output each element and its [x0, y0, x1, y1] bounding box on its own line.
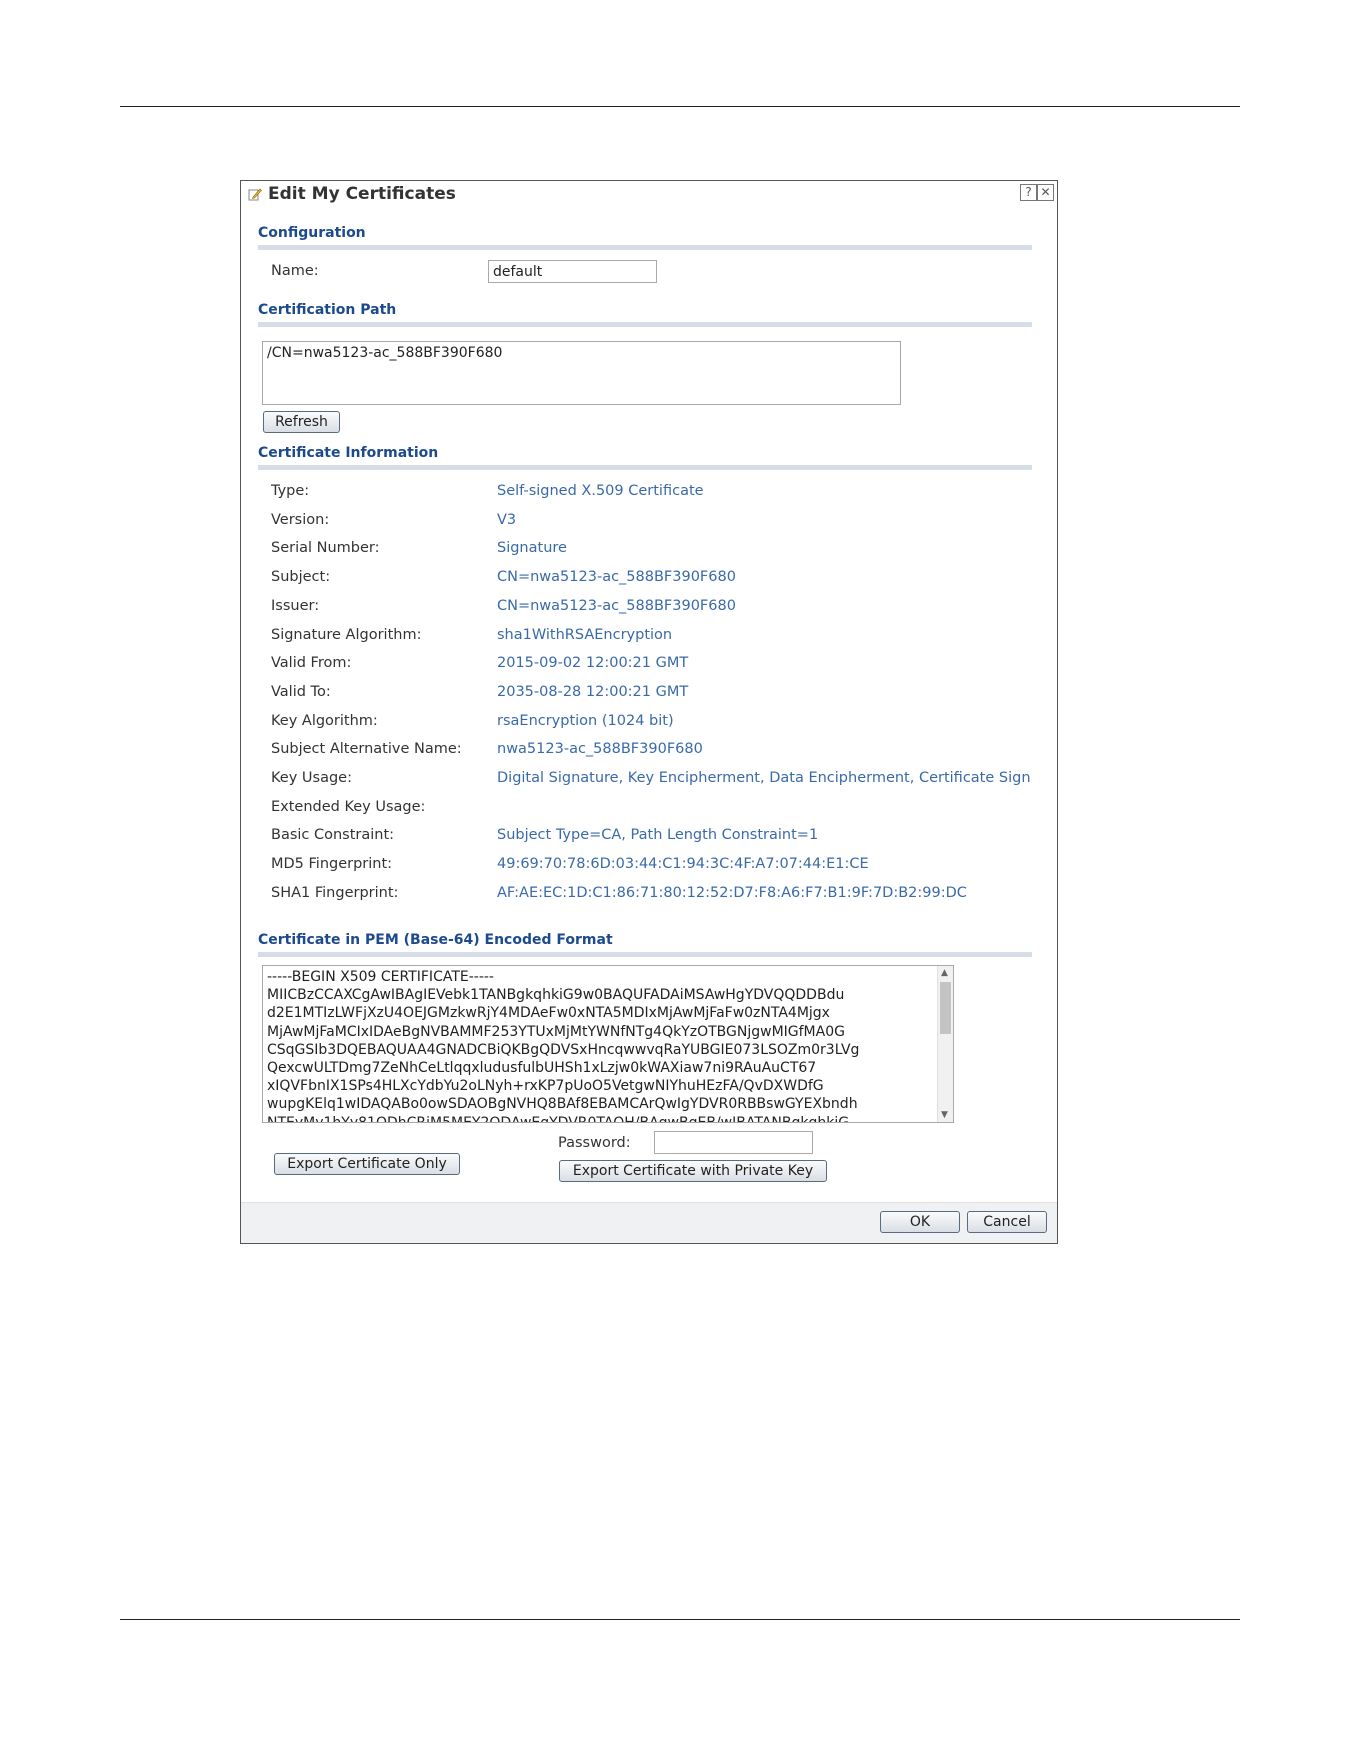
info-label: Subject Alternative Name:: [271, 741, 462, 757]
info-value: Subject Type=CA, Path Length Constraint=…: [497, 827, 819, 843]
password-field[interactable]: [654, 1131, 813, 1154]
certification-path-box: /CN=nwa5123-ac_588BF390F680: [262, 341, 901, 405]
page-top-rule: [120, 106, 1240, 107]
name-field[interactable]: [488, 260, 657, 283]
configuration-heading: Configuration: [258, 225, 366, 241]
export-certificate-with-private-key-button[interactable]: Export Certificate with Private Key: [559, 1160, 827, 1182]
info-value: CN=nwa5123-ac_588BF390F680: [497, 569, 736, 585]
info-label: Valid To:: [271, 684, 331, 700]
info-label: SHA1 Fingerprint:: [271, 885, 399, 901]
edit-my-certificates-dialog: Edit My Certificates ? ✕ Configuration N…: [240, 180, 1058, 1244]
certification-path-heading: Certification Path: [258, 302, 397, 318]
info-value: AF:AE:EC:1D:C1:86:71:80:12:52:D7:F8:A6:F…: [497, 885, 967, 901]
dialog-titlebar: Edit My Certificates ? ✕: [241, 181, 1057, 211]
scroll-down-icon[interactable]: ▼: [941, 1110, 948, 1120]
info-label: Basic Constraint:: [271, 827, 395, 843]
info-value: 2035-08-28 12:00:21 GMT: [497, 684, 689, 700]
certification-path-divider: [258, 322, 1032, 327]
info-label: Version:: [271, 512, 330, 528]
info-value: 49:69:70:78:6D:03:44:C1:94:3C:4F:A7:07:4…: [497, 856, 869, 872]
dialog-footer: OK Cancel: [241, 1202, 1057, 1243]
scroll-up-icon[interactable]: ▲: [941, 968, 948, 978]
password-label: Password:: [558, 1135, 631, 1151]
pem-divider: [258, 952, 1032, 957]
info-label: Extended Key Usage:: [271, 799, 426, 815]
pem-scrollbar[interactable]: ▲ ▼: [937, 966, 953, 1122]
pem-text: -----BEGIN X509 CERTIFICATE----- MIICBzC…: [267, 969, 860, 1123]
info-label: Key Algorithm:: [271, 713, 378, 729]
info-value: Digital Signature, Key Encipherment, Dat…: [497, 770, 1031, 786]
dialog-title: Edit My Certificates: [268, 184, 456, 204]
info-value: Self-signed X.509 Certificate: [497, 483, 704, 499]
info-value: CN=nwa5123-ac_588BF390F680: [497, 598, 736, 614]
cancel-button[interactable]: Cancel: [967, 1211, 1047, 1233]
info-value: 2015-09-02 12:00:21 GMT: [497, 655, 689, 671]
certificate-information-heading: Certificate Information: [258, 445, 439, 461]
certification-path-text: /CN=nwa5123-ac_588BF390F680: [267, 345, 503, 361]
pem-textarea[interactable]: -----BEGIN X509 CERTIFICATE----- MIICBzC…: [262, 965, 954, 1123]
configuration-divider: [258, 245, 1032, 250]
pem-heading: Certificate in PEM (Base-64) Encoded For…: [258, 932, 613, 948]
info-label: MD5 Fingerprint:: [271, 856, 393, 872]
name-label: Name:: [271, 263, 319, 279]
page-bottom-rule: [120, 1619, 1240, 1620]
info-value: Signature: [497, 540, 567, 556]
info-value: rsaEncryption (1024 bit): [497, 713, 674, 729]
certificate-information-divider: [258, 465, 1032, 470]
info-value: sha1WithRSAEncryption: [497, 627, 673, 643]
refresh-button[interactable]: Refresh: [263, 411, 340, 433]
info-label: Issuer:: [271, 598, 320, 614]
export-certificate-only-button[interactable]: Export Certificate Only: [274, 1153, 460, 1175]
ok-button[interactable]: OK: [880, 1211, 960, 1233]
scrollbar-thumb[interactable]: [940, 982, 951, 1034]
info-label: Subject:: [271, 569, 331, 585]
info-label: Key Usage:: [271, 770, 352, 786]
info-label: Type:: [271, 483, 310, 499]
info-value: V3: [497, 512, 517, 528]
info-label: Signature Algorithm:: [271, 627, 422, 643]
info-value: nwa5123-ac_588BF390F680: [497, 741, 703, 757]
help-icon[interactable]: ?: [1020, 184, 1037, 201]
info-label: Serial Number:: [271, 540, 380, 556]
edit-icon: [248, 188, 262, 201]
info-label: Valid From:: [271, 655, 352, 671]
close-icon[interactable]: ✕: [1037, 184, 1054, 201]
